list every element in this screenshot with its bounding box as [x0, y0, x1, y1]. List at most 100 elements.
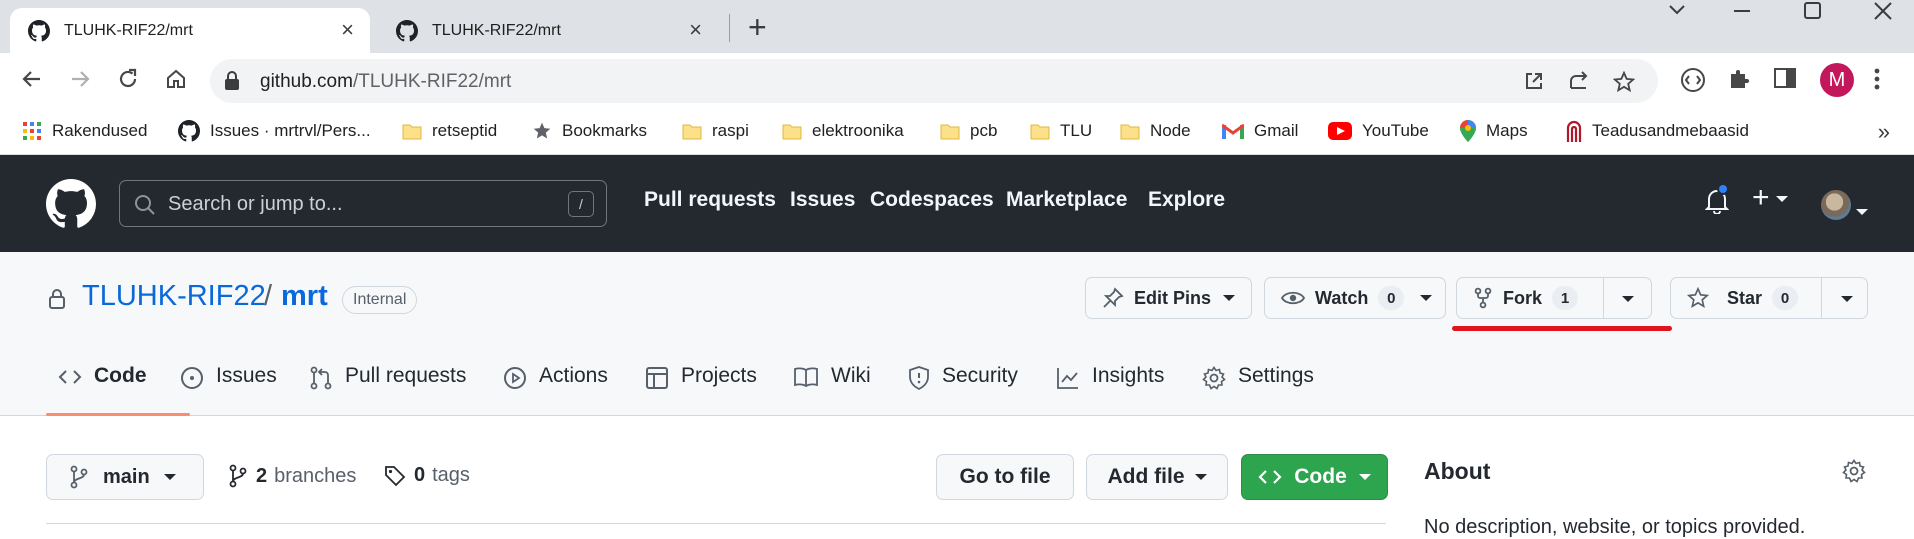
side-panel-icon[interactable]: [1774, 67, 1796, 89]
bookmark-label: retseptid: [432, 121, 498, 140]
tab-actions[interactable]: Actions: [503, 364, 608, 416]
bookmark-tlu[interactable]: TLU: [1030, 117, 1092, 145]
fork-label[interactable]: Fork: [1503, 288, 1542, 309]
tab-insights[interactable]: Insights: [1056, 364, 1164, 416]
star-dropdown-chevron-icon[interactable]: [1841, 296, 1853, 302]
fork-dropdown-chevron-icon[interactable]: [1622, 296, 1634, 302]
pin-icon: [1102, 287, 1124, 309]
bookmark-raspi[interactable]: raspi: [682, 117, 749, 145]
repo-name-link[interactable]: mrt: [281, 280, 328, 313]
nav-marketplace[interactable]: Marketplace: [1006, 188, 1127, 212]
bookmark-pcb[interactable]: pcb: [940, 117, 997, 145]
bookmark-label: Teadusandmebaasid: [1592, 121, 1749, 140]
tab-security[interactable]: Security: [908, 364, 1018, 416]
address-bar[interactable]: github.com/TLUHK-RIF22/mrt: [210, 59, 1658, 103]
bookmarks-overflow-icon[interactable]: »: [1878, 119, 1890, 145]
plus-icon: +: [1752, 181, 1770, 214]
extensions-puzzle-icon[interactable]: [1727, 67, 1751, 91]
star-label[interactable]: Star: [1727, 288, 1762, 309]
user-avatar[interactable]: [1821, 190, 1851, 220]
bookmark-gmail[interactable]: Gmail: [1222, 117, 1298, 145]
browser-tab-active[interactable]: TLUHK-RIF22/mrt ×: [10, 8, 370, 53]
edit-pins-button[interactable]: Edit Pins: [1085, 277, 1252, 319]
minimize-icon[interactable]: [1734, 10, 1750, 34]
chevron-down-icon: [163, 474, 176, 480]
nav-codespaces[interactable]: Codespaces: [870, 188, 994, 212]
fork-button-group: Fork 1: [1456, 277, 1652, 319]
repo-owner-link[interactable]: TLUHK-RIF22: [82, 280, 266, 313]
browser-tab-inactive[interactable]: TLUHK-RIF22/mrt ×: [378, 8, 718, 53]
url-text[interactable]: github.com/TLUHK-RIF22/mrt: [260, 71, 511, 93]
bookmark-elektroonika[interactable]: elektroonika: [782, 117, 904, 145]
tab-search-icon[interactable]: [1668, 4, 1686, 28]
create-new-menu[interactable]: +: [1752, 181, 1788, 215]
github-search-input[interactable]: Search or jump to... /: [119, 180, 607, 227]
bookmark-issues[interactable]: Issues · mrtrvl/Pers...: [178, 117, 371, 145]
folder-icon: [682, 122, 702, 140]
bookmark-label: Issues · mrtrvl/Pers...: [210, 121, 371, 140]
eye-icon: [1281, 289, 1305, 307]
tab-settings[interactable]: Settings: [1202, 364, 1314, 416]
visibility-badge: Internal: [342, 286, 418, 314]
browser-menu-icon[interactable]: [1874, 67, 1880, 91]
bookmark-label: Rakendused: [52, 121, 148, 140]
bookmark-teadusandmebaasid[interactable]: Teadusandmebaasid: [1566, 117, 1749, 145]
bookmark-retseptid[interactable]: retseptid: [402, 117, 497, 145]
tab-wiki[interactable]: Wiki: [793, 364, 871, 416]
shield-icon: [908, 366, 930, 390]
book-icon: [793, 366, 819, 388]
branch-icon: [228, 464, 248, 488]
new-tab-icon[interactable]: +: [748, 11, 767, 43]
tab-pull-requests[interactable]: Pull requests: [309, 364, 466, 416]
tags-link[interactable]: 0 tags: [384, 464, 470, 487]
tab-code[interactable]: Code: [58, 364, 147, 416]
tab-issues[interactable]: Issues: [180, 364, 277, 416]
branch-select-button[interactable]: main: [46, 454, 204, 500]
bookmark-node[interactable]: Node: [1120, 117, 1191, 145]
maximize-icon[interactable]: [1804, 2, 1822, 26]
bookmark-label: Node: [1150, 121, 1191, 140]
back-icon[interactable]: [20, 67, 44, 91]
go-to-file-button[interactable]: Go to file: [936, 454, 1074, 500]
add-file-button[interactable]: Add file: [1086, 454, 1228, 500]
bookmark-label: TLU: [1060, 121, 1093, 140]
bookmark-youtube[interactable]: YouTube: [1328, 117, 1429, 145]
chevron-down-icon[interactable]: [1856, 203, 1868, 221]
code-dropdown-button[interactable]: Code: [1241, 454, 1388, 500]
nav-issues[interactable]: Issues: [790, 188, 855, 212]
selected-tab-indicator: [46, 413, 190, 416]
branches-link[interactable]: 2 branches: [228, 464, 356, 488]
open-in-app-icon[interactable]: [1524, 71, 1544, 91]
arch-icon: [1566, 120, 1582, 142]
bookmark-apps[interactable]: Rakendused: [22, 117, 147, 145]
fork-icon[interactable]: [1473, 287, 1493, 309]
home-icon[interactable]: [164, 67, 188, 91]
forward-icon[interactable]: [68, 67, 92, 91]
nav-pull-requests[interactable]: Pull requests: [644, 188, 776, 212]
about-heading: About: [1424, 458, 1491, 484]
nav-explore[interactable]: Explore: [1148, 188, 1225, 212]
about-settings-gear-icon[interactable]: [1842, 459, 1866, 483]
watch-button[interactable]: Watch 0: [1264, 277, 1446, 319]
bookmark-maps[interactable]: Maps: [1460, 117, 1528, 145]
graph-icon: [1056, 366, 1080, 390]
bookmark-star-icon[interactable]: [1613, 71, 1635, 93]
tab-projects[interactable]: Projects: [645, 364, 757, 416]
tab-label: Security: [942, 364, 1018, 387]
tab-label: Projects: [681, 364, 757, 387]
search-placeholder: Search or jump to...: [168, 193, 343, 215]
folder-icon: [1120, 122, 1140, 140]
close-tab-icon[interactable]: ×: [341, 19, 354, 41]
profile-avatar[interactable]: M: [1820, 63, 1854, 97]
bookmark-bookmarks[interactable]: Bookmarks: [532, 117, 647, 145]
window-close-icon[interactable]: [1874, 2, 1892, 26]
star-icon[interactable]: [1687, 287, 1709, 309]
issue-opened-icon: [180, 366, 204, 390]
extension-code-icon[interactable]: [1680, 67, 1706, 93]
share-icon[interactable]: [1568, 71, 1590, 91]
reload-icon[interactable]: [116, 67, 140, 91]
lock-icon[interactable]: [224, 71, 240, 91]
github-logo-icon[interactable]: [46, 179, 96, 229]
tab-label: Settings: [1238, 364, 1314, 387]
close-tab-icon[interactable]: ×: [689, 19, 702, 41]
